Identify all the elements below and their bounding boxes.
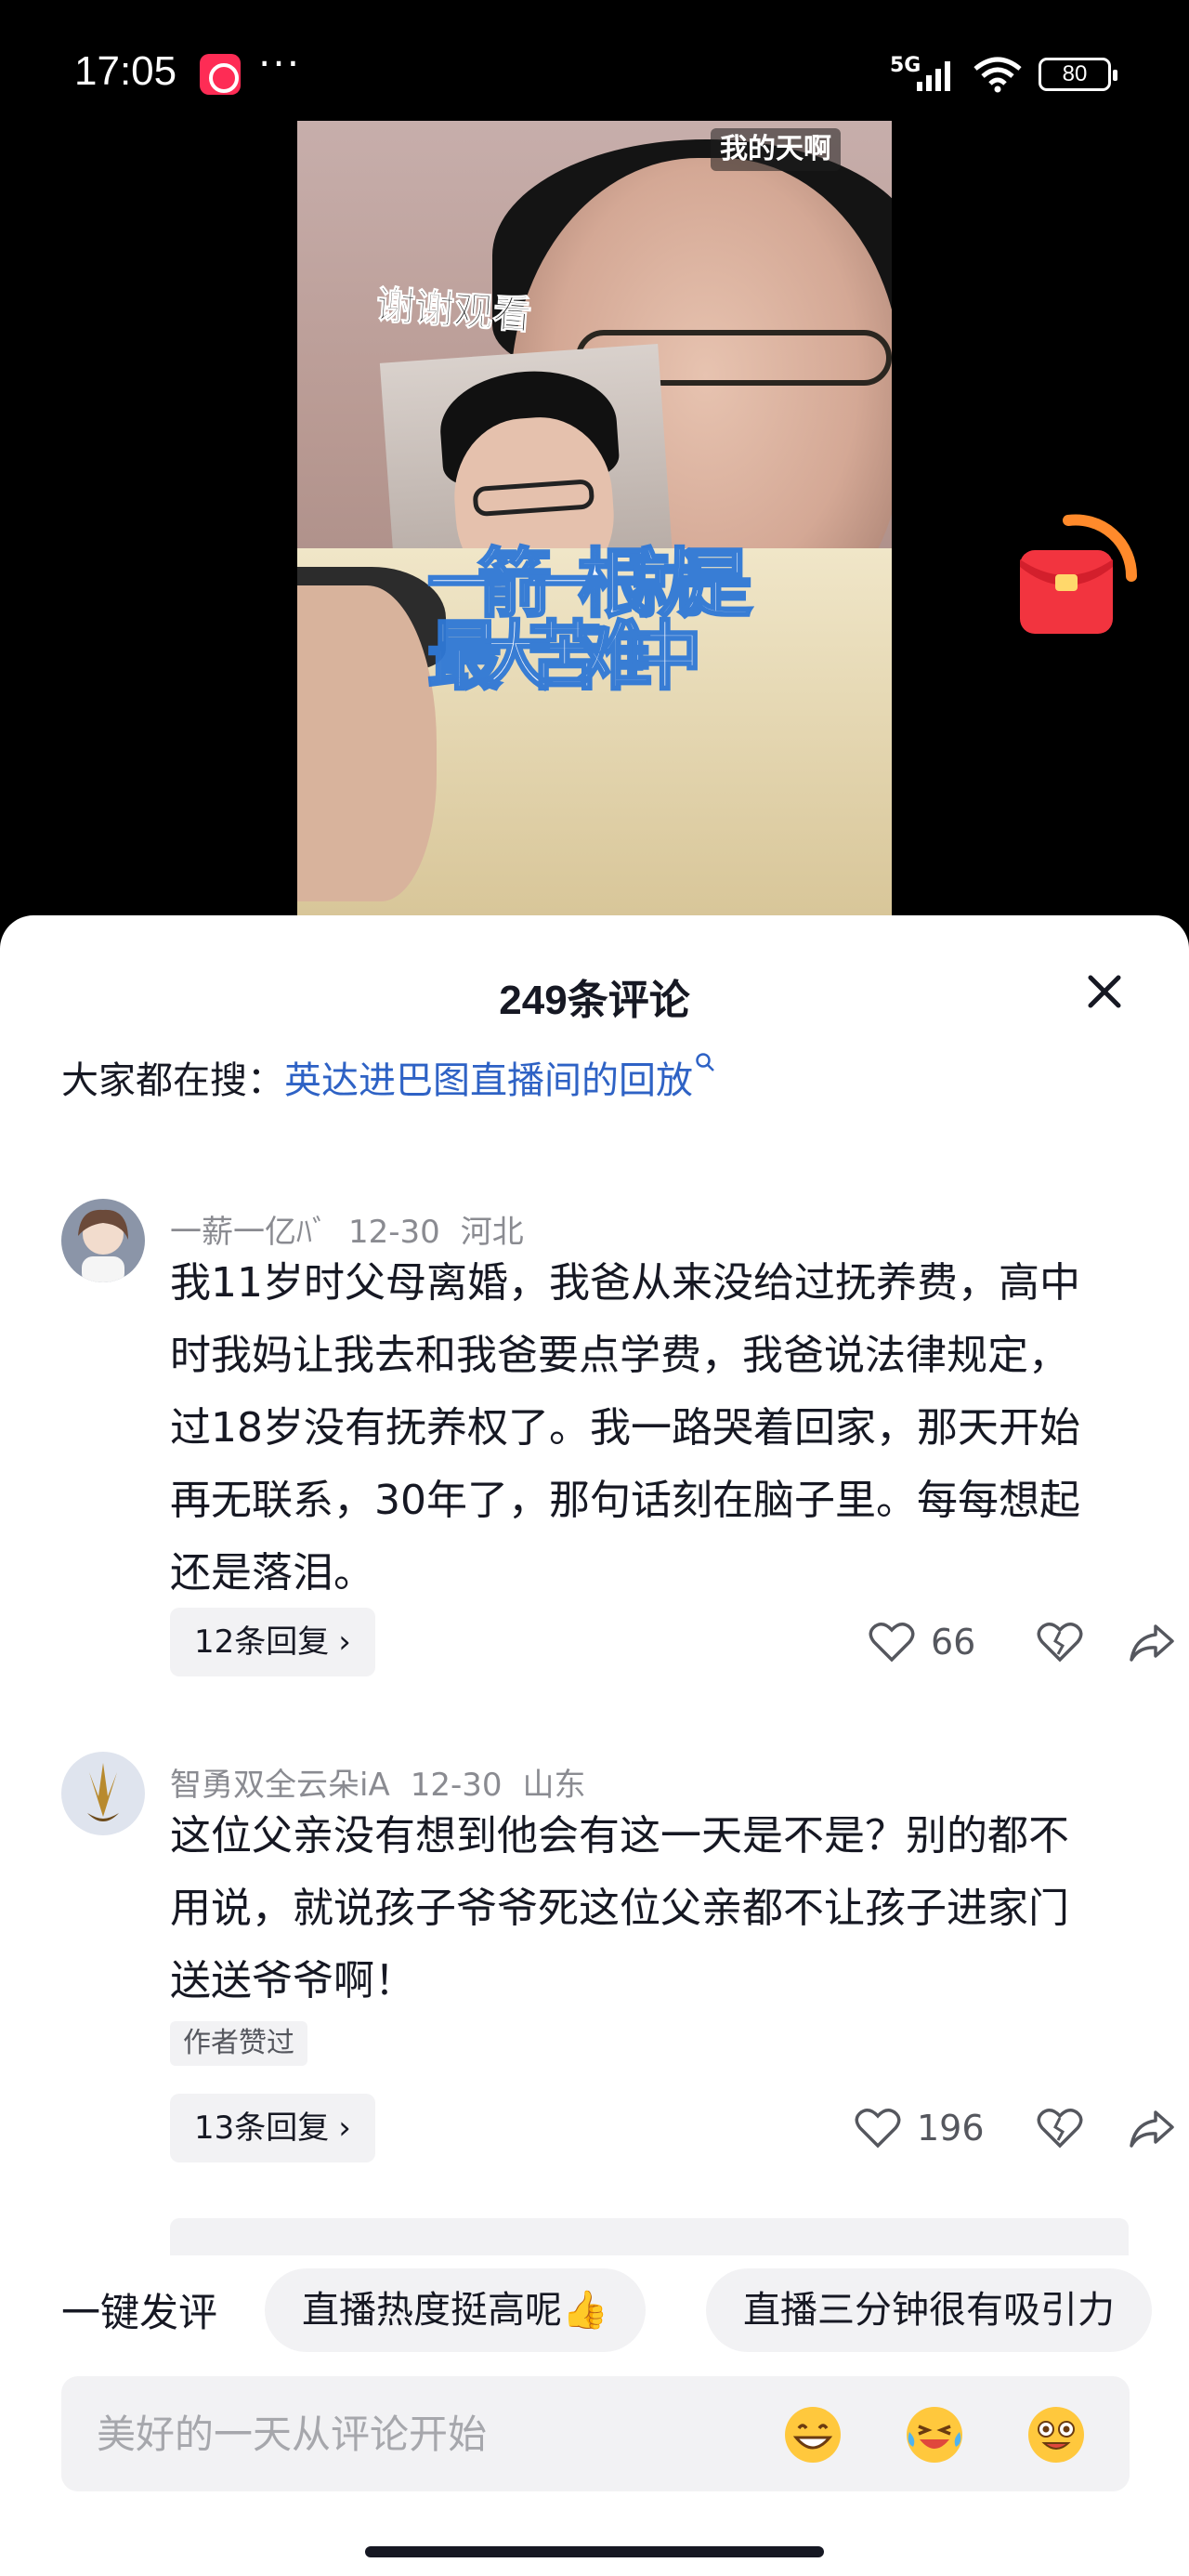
broken-heart-icon[interactable] xyxy=(1037,1621,1083,1663)
trending-search-label: 大家都在搜： xyxy=(61,1059,284,1102)
battery-icon: 80 xyxy=(1039,58,1117,91)
avatar[interactable] xyxy=(61,1752,145,1835)
comment-location: 河北 xyxy=(460,1214,524,1251)
comments-sheet: 249条评论 大家都在搜：英达进巴图直播间的回放 一薪一亿ﾊﾞ 12-30 河北 我… xyxy=(0,915,1189,2576)
replies-label: 13条回复 xyxy=(194,2109,330,2147)
laughing-crying-emoji-icon[interactable] xyxy=(904,2404,965,2465)
comment-date: 12-30 xyxy=(410,1767,503,1804)
heart-icon[interactable] xyxy=(855,2107,901,2149)
comment-text[interactable]: 我11岁时父母离婚，我爸从来没给过抚养费，高中时我妈让我去和我爸要点学费，我爸说… xyxy=(170,1247,1108,1610)
home-indicator[interactable] xyxy=(365,2546,824,2557)
status-time: 17:05 xyxy=(74,48,177,94)
comment-input[interactable] xyxy=(97,2402,747,2465)
comment-location: 山东 xyxy=(522,1767,586,1804)
chevron-right-icon: › xyxy=(338,2109,351,2147)
search-icon[interactable] xyxy=(695,1052,715,1072)
video-player[interactable]: 谢谢观看 一箭一根就是最大苦难中 我的天啊 xyxy=(297,121,892,915)
comment-username[interactable]: 智勇双全云朵iA xyxy=(170,1767,390,1804)
signal-icon xyxy=(917,61,950,91)
trending-search: 大家都在搜：英达进巴图直播间的回放 xyxy=(61,1050,715,1104)
star-struck-emoji-icon[interactable] xyxy=(1026,2404,1087,2465)
share-icon[interactable] xyxy=(1128,2107,1176,2149)
app-notification-icon xyxy=(200,54,241,95)
share-icon[interactable] xyxy=(1128,1621,1176,1663)
battery-level: 80 xyxy=(1062,61,1088,86)
video-overlay-text: 谢谢观看 xyxy=(374,282,534,339)
comment-meta: 智勇双全云朵iA 12-30 山东 xyxy=(170,1759,607,1805)
status-bar: 17:05 ··· 5G 80 xyxy=(0,0,1189,139)
wifi-icon xyxy=(973,57,1022,93)
broken-heart-icon[interactable] xyxy=(1037,2107,1083,2149)
comment-date: 12-30 xyxy=(348,1214,440,1251)
video-scribble-text: 一箭一根就是最大苦难中 xyxy=(426,541,754,700)
grinning-emoji-icon[interactable] xyxy=(782,2404,843,2465)
comment-actions: 196 xyxy=(632,2094,1189,2162)
comment-input-box[interactable] xyxy=(61,2376,1130,2491)
chevron-right-icon: › xyxy=(338,1623,351,1661)
replies-label: 12条回复 xyxy=(194,1623,330,1661)
quick-comment-chip[interactable]: 直播热度挺高呢👍 xyxy=(265,2268,646,2352)
more-notifications-icon: ··· xyxy=(258,41,302,86)
comment-username[interactable]: 一薪一亿ﾊﾞ xyxy=(170,1214,328,1251)
author-liked-badge: 作者赞过 xyxy=(170,2021,307,2066)
like-count: 66 xyxy=(931,1622,976,1663)
comments-title: 249条评论 xyxy=(499,978,690,1023)
comment-text[interactable]: 这位父亲没有想到他会有这一天是不是？别的都不用说，就说孩子爷爷死这位父亲都不让孩… xyxy=(170,1800,1108,2017)
view-replies-button[interactable]: 13条回复 › xyxy=(170,2094,375,2162)
comment-meta: 一薪一亿ﾊﾞ 12-30 河北 xyxy=(170,1206,544,1252)
view-replies-button[interactable]: 12条回复 › xyxy=(170,1608,375,1676)
video-watermark: 我的天啊 xyxy=(711,128,841,171)
quick-comment-label: 一键发评 xyxy=(61,2290,218,2335)
red-envelope-icon[interactable] xyxy=(1013,502,1143,641)
trending-search-link[interactable]: 英达进巴图直播间的回放 xyxy=(284,1059,693,1102)
heart-icon[interactable] xyxy=(869,1621,915,1663)
quick-comment-chip[interactable]: 直播三分钟很有吸引力 xyxy=(706,2268,1152,2352)
avatar[interactable] xyxy=(61,1199,145,1282)
like-count: 196 xyxy=(917,2108,985,2149)
next-comment-preview xyxy=(170,2218,1129,2255)
close-icon[interactable] xyxy=(1078,965,1131,1019)
comment-actions: 66 xyxy=(632,1608,1189,1676)
